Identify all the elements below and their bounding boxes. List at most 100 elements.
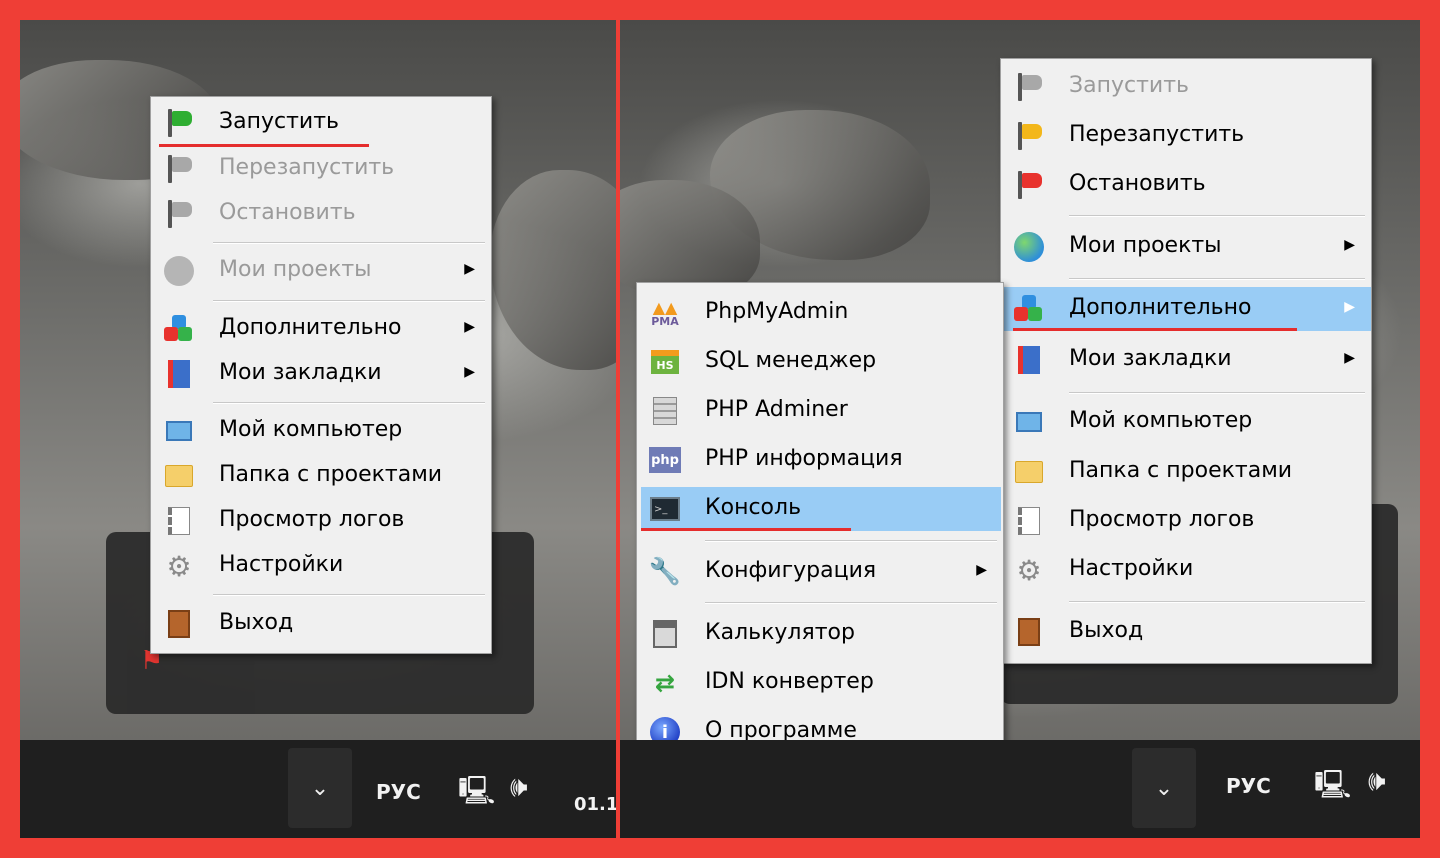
show-hidden-icons-button[interactable]: ⌄ [288, 748, 352, 828]
background-rock [490, 170, 616, 370]
log-icon [163, 505, 195, 537]
menu-item-label: Конфигурация [705, 558, 877, 583]
network-icon[interactable]: 🖳 [1314, 764, 1351, 812]
console-icon: >_ [649, 493, 681, 525]
menu-item-exit[interactable]: Выход [1001, 610, 1371, 654]
show-hidden-icons-button[interactable]: ⌄ [1132, 748, 1196, 828]
chevron-down-icon: ⌄ [310, 775, 330, 801]
menu-item-additional[interactable]: Дополнительно ▶ [151, 307, 491, 351]
adminer-icon [649, 395, 681, 427]
menu-item-restart[interactable]: Перезапустить [151, 147, 491, 191]
submenu-item-calculator[interactable]: Калькулятор [637, 612, 1003, 656]
blocks-icon [1013, 293, 1045, 325]
menu-separator [705, 602, 997, 604]
submenu-item-phpmyadmin[interactable]: ▲▲ PMA PhpMyAdmin [637, 291, 1003, 335]
clock-date[interactable]: 01.1 [574, 794, 616, 815]
phpmyadmin-icon: ▲▲ PMA [651, 297, 679, 328]
menu-item-label: Запустить [219, 109, 339, 134]
menu-item-settings[interactable]: ⚙ Настройки [151, 544, 491, 588]
menu-item-my-projects[interactable]: Мои проекты ▶ [151, 249, 491, 293]
menu-item-projects-folder[interactable]: Папка с проектами [1001, 450, 1371, 494]
grey-flag-icon [163, 153, 195, 185]
submenu-arrow-icon: ▶ [464, 261, 475, 277]
menu-item-start[interactable]: Запустить [1001, 65, 1371, 109]
bookmarks-icon [163, 358, 195, 390]
language-indicator[interactable]: РУС [376, 780, 421, 804]
exit-door-icon [163, 608, 195, 640]
menu-item-projects-folder[interactable]: Папка с проектами [151, 454, 491, 498]
grey-circle-icon [163, 255, 195, 287]
menu-item-start[interactable]: Запустить [151, 101, 491, 145]
exit-door-icon [1013, 616, 1045, 648]
menu-item-label: Просмотр логов [1069, 507, 1255, 532]
submenu-item-console[interactable]: >_ Консоль [641, 487, 1001, 531]
log-icon [1013, 505, 1045, 537]
menu-item-stop[interactable]: Остановить [1001, 163, 1371, 207]
menu-item-label: Перезапустить [1069, 122, 1245, 147]
sql-manager-icon: HS [649, 346, 681, 378]
menu-item-view-logs[interactable]: Просмотр логов [151, 499, 491, 543]
left-context-menu: Запустить Перезапустить Остановить Мои п… [150, 96, 492, 654]
menu-separator [1069, 215, 1365, 217]
menu-item-label: Выход [1069, 618, 1144, 643]
menu-item-label: Мои закладки [1069, 346, 1232, 371]
menu-item-label: Папка с проектами [1069, 458, 1293, 483]
menu-item-label: Мои закладки [219, 360, 382, 385]
additional-submenu: ▲▲ PMA PhpMyAdmin HS SQL менеджер PHP Adm… [636, 282, 1004, 764]
volume-icon[interactable]: 🕪 [510, 770, 528, 804]
submenu-arrow-icon: ▶ [1344, 350, 1355, 366]
menu-item-my-computer[interactable]: Мой компьютер [1001, 400, 1371, 444]
blocks-icon [163, 313, 195, 345]
gear-icon: ⚙ [1016, 553, 1042, 587]
submenu-arrow-icon: ▶ [976, 562, 987, 578]
submenu-arrow-icon: ▶ [1344, 299, 1355, 315]
taskbar: ⌄ РУС 🖳 🕪 01.1 [20, 740, 616, 838]
menu-item-stop[interactable]: Остановить [151, 192, 491, 236]
language-indicator[interactable]: РУС [1226, 774, 1271, 798]
calculator-icon [649, 618, 681, 650]
red-flag-icon [1013, 169, 1045, 201]
submenu-arrow-icon: ▶ [464, 364, 475, 380]
menu-separator [1069, 601, 1365, 603]
menu-item-my-computer[interactable]: Мой компьютер [151, 409, 491, 453]
menu-item-label: Просмотр логов [219, 507, 405, 532]
menu-item-label: Мой компьютер [1069, 408, 1253, 433]
submenu-item-sql-manager[interactable]: HS SQL менеджер [637, 340, 1003, 384]
computer-icon [1013, 406, 1045, 438]
menu-item-my-projects[interactable]: Мои проекты ▶ [1001, 225, 1371, 269]
menu-item-restart[interactable]: Перезапустить [1001, 114, 1371, 158]
red-underline-annotation [1013, 328, 1297, 331]
menu-separator [705, 540, 997, 542]
network-icon[interactable]: 🖳 [458, 770, 495, 818]
right-screenshot-panel: Запустить Перезапустить Остановить Мои п… [620, 20, 1420, 838]
menu-item-label: IDN конвертер [705, 669, 874, 694]
submenu-item-idn-converter[interactable]: ⇄ IDN конвертер [637, 661, 1003, 705]
idn-converter-icon: ⇄ [654, 669, 676, 697]
menu-item-label: Настройки [1069, 556, 1194, 581]
menu-item-label: PHP Adminer [705, 397, 848, 422]
menu-item-exit[interactable]: Выход [151, 602, 491, 646]
menu-item-label: PHP информация [705, 446, 903, 471]
menu-separator [213, 242, 485, 244]
submenu-item-php-info[interactable]: php PHP информация [637, 438, 1003, 482]
grey-flag-icon [1013, 71, 1045, 103]
submenu-item-configuration[interactable]: 🔧 Конфигурация ▶ [637, 550, 1003, 594]
menu-item-bookmarks[interactable]: Мои закладки ▶ [1001, 338, 1371, 382]
menu-item-bookmarks[interactable]: Мои закладки ▶ [151, 352, 491, 396]
taskbar: ⌄ РУС 🖳 🕪 [620, 740, 1420, 838]
menu-item-label: Дополнительно [219, 315, 402, 340]
menu-item-label: Консоль [705, 495, 802, 520]
yellow-flag-icon [1013, 120, 1045, 152]
menu-item-label: Папка с проектами [219, 462, 443, 487]
grey-flag-icon [163, 198, 195, 230]
menu-separator [1069, 278, 1365, 280]
menu-item-settings[interactable]: ⚙ Настройки [1001, 548, 1371, 592]
menu-item-label: Остановить [219, 200, 356, 225]
menu-item-label: Мой компьютер [219, 417, 403, 442]
php-icon: php [649, 444, 681, 476]
menu-item-view-logs[interactable]: Просмотр логов [1001, 499, 1371, 543]
submenu-item-php-adminer[interactable]: PHP Adminer [637, 389, 1003, 433]
globe-icon [1013, 231, 1045, 263]
volume-icon[interactable]: 🕪 [1368, 764, 1386, 798]
menu-item-additional[interactable]: Дополнительно ▶ [1001, 287, 1371, 331]
